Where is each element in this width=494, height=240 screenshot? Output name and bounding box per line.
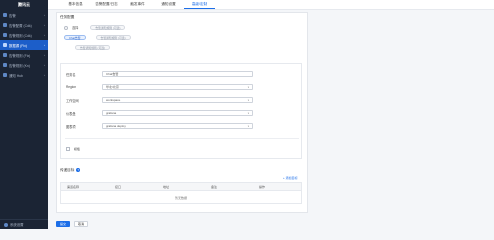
sidebar-item[interactable]: 数据源 (Fix) ›: [0, 40, 48, 50]
section-title: 任务配置: [60, 15, 75, 19]
chevron-down-icon: ▾: [247, 124, 249, 128]
column-header: 接口: [115, 184, 122, 189]
task-form: 任务名 Chat告警 Region 华北/北京 ▾ 工作空间 workspace ▾…: [60, 63, 302, 159]
radio-option-1[interactable]: Chat告警 告警通知规则 (可选): [64, 35, 131, 40]
menu-icon: [3, 23, 7, 27]
template-checkbox[interactable]: [66, 147, 70, 151]
cancel-button[interactable]: 取消: [74, 221, 88, 227]
option-pill: 告警通知规则 (可选): [90, 25, 126, 30]
sidebar-item-label: 通知 Hub: [9, 73, 23, 78]
chevron-right-icon: ›: [44, 13, 45, 17]
menu-icon: [3, 63, 7, 67]
divider: [65, 138, 299, 139]
chevron-right-icon: ›: [44, 53, 45, 57]
task-name-input[interactable]: Chat告警: [102, 71, 253, 77]
sidebar-item[interactable]: 告警规则 (Fix) ›: [0, 50, 48, 60]
sidebar-settings[interactable]: 系统设置: [0, 219, 48, 229]
chevron-down-icon: ▾: [247, 111, 249, 115]
field-label: 工作空间: [66, 98, 79, 103]
menu-icon: [3, 13, 7, 17]
sidebar-settings-label: 系统设置: [10, 223, 24, 227]
table-header: 渠道名称 接口 地址 备注 操作: [61, 183, 301, 191]
app-root: 腾讯云 告警 › 告警配置 (Cdk) › 告警规则 (Cdk) › 数据源 (Fix) › 告…: [0, 0, 494, 229]
form-row-chart: 图表项 grafana deploy ▾: [66, 123, 253, 129]
chevron-right-icon: ›: [44, 43, 45, 47]
sidebar-item[interactable]: 告警配置 (Cdk) ›: [0, 20, 48, 30]
tab-basic[interactable]: 基本信息: [60, 0, 91, 9]
form-row-workspace: 工作空间 workspace ▾: [66, 97, 253, 103]
field-label: 图表项: [66, 124, 76, 129]
sidebar-item[interactable]: 告警规则 (Cdk) ›: [0, 30, 48, 40]
submit-button[interactable]: 提交: [56, 221, 70, 227]
form-row-task-name: 任务名 Chat告警: [66, 71, 253, 77]
dashboard-select[interactable]: grafana ▾: [102, 110, 253, 116]
chevron-right-icon: ›: [44, 63, 45, 67]
menu-icon: [3, 73, 7, 77]
menu-icon: [3, 53, 7, 57]
chevron-right-icon: ›: [44, 73, 45, 77]
radio-icon[interactable]: [64, 25, 68, 30]
info-icon[interactable]: ?: [76, 168, 81, 172]
radio-label: 选择: [72, 26, 79, 30]
form-row-dashboard: 仪表盘 grafana ▾: [66, 110, 253, 116]
column-header: 地址: [163, 184, 170, 189]
notify-title: 传递目标?: [60, 168, 81, 173]
template-checkbox-row[interactable]: 模板: [66, 147, 80, 151]
settings-icon: [4, 222, 8, 227]
sidebar: 腾讯云 告警 › 告警配置 (Cdk) › 告警规则 (Cdk) › 数据源 (Fix) › 告…: [0, 0, 48, 229]
chevron-right-icon: ›: [44, 33, 45, 37]
menu-icon: [3, 33, 7, 37]
sidebar-item-label: 告警: [9, 13, 16, 18]
tab-alert-log[interactable]: 告警配置/日志: [91, 0, 122, 9]
empty-state: 暂无数据: [174, 195, 187, 200]
selected-pill[interactable]: Chat告警: [64, 35, 86, 40]
option-pill: 告警通知规则 (可选): [75, 45, 111, 50]
chart-select[interactable]: grafana deploy ▾: [102, 123, 253, 129]
field-value: grafana: [106, 111, 117, 115]
tab-trigger[interactable]: 触发事件: [122, 0, 153, 9]
tab-notify[interactable]: 通知设置: [153, 0, 184, 9]
chevron-down-icon: ▾: [247, 85, 249, 89]
column-header: 操作: [259, 184, 266, 189]
field-label: 任务名: [66, 72, 76, 77]
sidebar-item-label: 数据源 (Fix): [9, 43, 27, 48]
column-header: 渠道名称: [67, 184, 80, 189]
sidebar-item-label: 告警规则 (Kn): [9, 63, 30, 68]
field-label: 仪表盘: [66, 111, 76, 116]
sidebar-item-label: 告警规则 (Fix): [9, 53, 31, 58]
sidebar-item[interactable]: 告警 ›: [0, 10, 48, 20]
brand-logo: 腾讯云: [18, 2, 30, 7]
chevron-down-icon: ▾: [247, 98, 249, 102]
tab-advanced[interactable]: 高级/定制: [184, 0, 215, 9]
targets-table: 渠道名称 接口 地址 备注 操作 暂无数据: [60, 182, 302, 204]
field-label: Region: [66, 85, 77, 89]
field-value: Chat告警: [106, 72, 119, 76]
region-select[interactable]: 华北/北京 ▾: [102, 84, 253, 90]
sidebar-item-label: 告警规则 (Cdk): [9, 33, 32, 38]
notify-title-text: 传递目标: [60, 168, 75, 172]
radio-option-2[interactable]: 告警通知规则 (可选): [64, 45, 111, 50]
sidebar-item[interactable]: 通知 Hub ›: [0, 70, 48, 80]
menu-icon: [3, 43, 7, 47]
chevron-right-icon: ›: [44, 23, 45, 27]
workspace-select[interactable]: workspace ▾: [102, 97, 253, 103]
option-pill: 告警通知规则 (可选): [95, 35, 131, 40]
field-value: 华北/北京: [106, 85, 119, 89]
radio-option-0[interactable]: 选择 告警通知规则 (可选): [64, 25, 126, 30]
add-target-link[interactable]: + 添加目标: [283, 176, 298, 180]
checkbox-label: 模板: [74, 147, 81, 151]
top-tabs: 基本信息 告警配置/日志 触发事件 通知设置 高级/定制: [48, 0, 494, 10]
form-row-region: Region 华北/北京 ▾: [66, 84, 253, 90]
sidebar-item[interactable]: 告警规则 (Kn) ›: [0, 60, 48, 70]
column-header: 备注: [211, 184, 218, 189]
field-value: grafana deploy: [106, 124, 126, 128]
field-value: workspace: [106, 98, 121, 102]
sidebar-item-label: 告警配置 (Cdk): [9, 23, 32, 28]
